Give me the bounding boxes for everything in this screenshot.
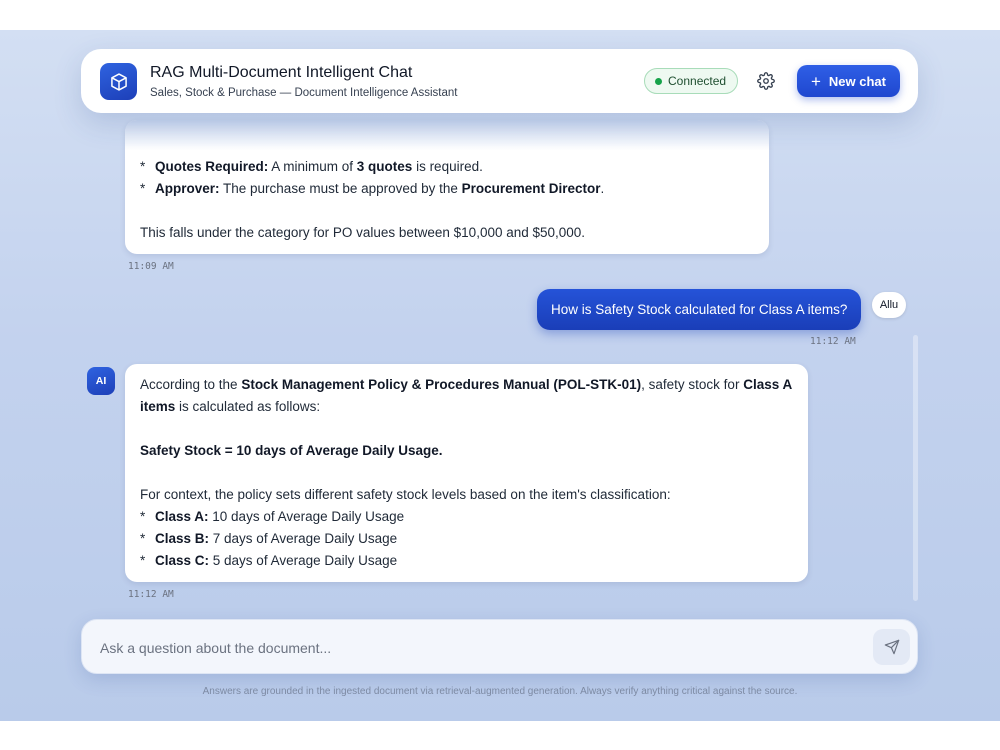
message-timestamp: 11:09 AM [128,261,174,272]
message-text: According to the Stock Management Policy… [140,377,792,414]
user-message: How is Safety Stock calculated for Class… [537,289,861,330]
assistant-message: * Quotes Required: A minimum of 3 quotes… [125,120,769,254]
new-chat-button[interactable]: + New chat [797,65,900,97]
plus-icon: + [810,71,821,91]
scroll-fade [125,120,769,150]
list-item: * Class A: 10 days of Average Daily Usag… [140,509,405,524]
app-subtitle: Sales, Stock & Purchase — Document Intel… [150,87,458,99]
formula-text: Safety Stock = 10 days of Average Daily … [140,443,443,458]
assistant-message: According to the Stock Management Policy… [125,364,808,582]
message-composer [81,619,918,674]
list-item: * Class B: 7 days of Average Daily Usage [140,531,398,546]
avatar: Allu [872,292,906,318]
question-input[interactable] [98,634,842,662]
send-button[interactable] [873,629,910,665]
app-header: RAG Multi-Document Intelligent Chat Sale… [81,49,918,113]
connection-status-badge: Connected [644,68,739,94]
scrollbar[interactable] [913,335,918,601]
message-timestamp: 11:12 AM [810,336,856,347]
message-text: How is Safety Stock calculated for Class… [551,302,848,317]
cube-icon [100,63,137,100]
new-chat-label: New chat [828,73,886,89]
chat-app: RAG Multi-Document Intelligent Chat Sale… [0,30,1000,721]
message-text: This falls under the category for PO val… [140,225,586,240]
list-item: * Approver: The purchase must be approve… [140,181,605,196]
send-icon [884,639,899,655]
app-title: RAG Multi-Document Intelligent Chat [150,64,413,81]
gear-icon[interactable] [755,70,777,92]
page-bottom [0,721,1000,750]
list-item: * Class C: 5 days of Average Daily Usage [140,553,398,568]
status-label: Connected [668,74,727,88]
message-text: For context, the policy sets different s… [140,487,671,502]
message-timestamp: 11:12 AM [128,589,174,600]
disclaimer-note: Answers are grounded in the ingested doc… [202,686,798,697]
status-dot-icon [655,77,662,85]
list-item: * Quotes Required: A minimum of 3 quotes… [140,159,483,174]
avatar: AI [87,367,115,395]
